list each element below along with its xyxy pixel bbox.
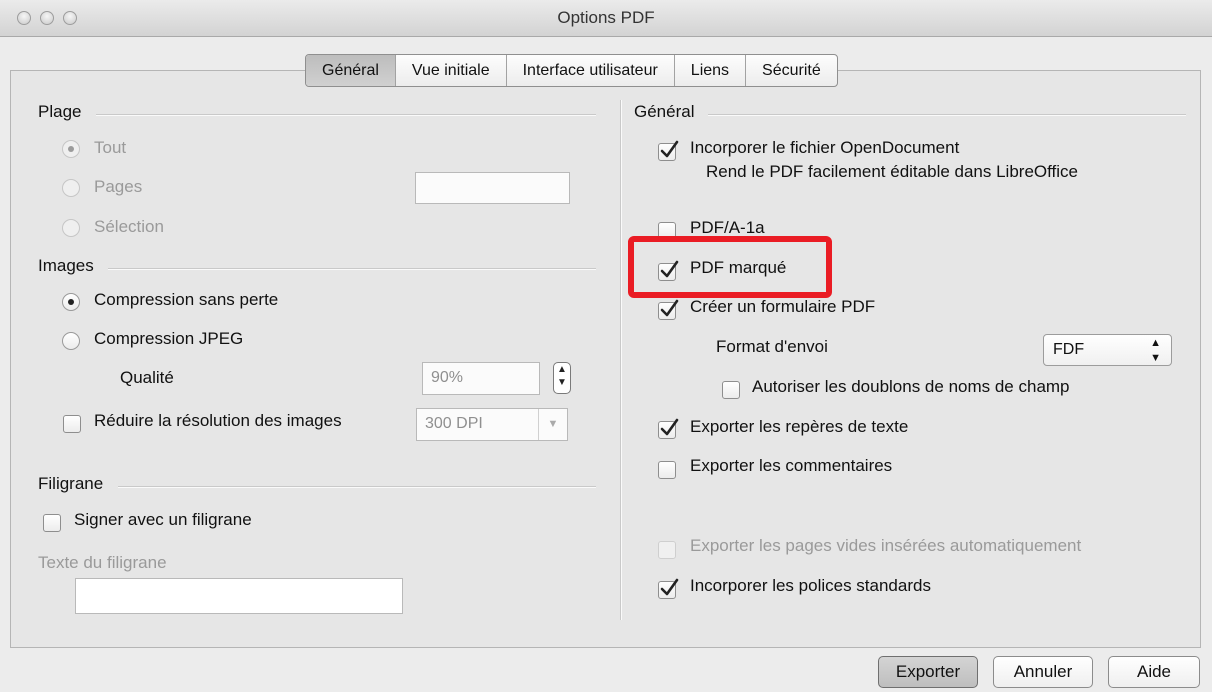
range-all-radio[interactable] — [62, 140, 80, 158]
range-section-title: Plage — [38, 102, 82, 121]
column-divider — [620, 100, 621, 620]
create-form-checkbox[interactable] — [658, 299, 679, 320]
watermark-text-input[interactable] — [75, 578, 403, 614]
title-bar: Options PDF — [0, 0, 1212, 37]
tab-bar: Général Vue initiale Interface utilisate… — [305, 54, 838, 87]
range-pages-label: Pages — [94, 177, 143, 196]
watermark-section-title: Filigrane — [38, 474, 104, 493]
cancel-button[interactable]: Annuler — [993, 656, 1093, 688]
export-blank-pages-checkbox[interactable] — [658, 541, 676, 559]
general-section-title: Général — [634, 102, 695, 121]
jpeg-label: Compression JPEG — [94, 329, 244, 348]
export-bookmarks-checkbox[interactable] — [658, 418, 679, 439]
tab-links[interactable]: Liens — [675, 55, 747, 86]
tab-security[interactable]: Sécurité — [746, 55, 837, 86]
quality-label: Qualité — [120, 368, 174, 387]
lossless-radio[interactable] — [62, 293, 80, 311]
export-bookmarks-label: Exporter les repères de texte — [690, 417, 909, 436]
pdfa-label: PDF/A-1a — [690, 218, 765, 237]
embed-odf-label: Incorporer le fichier OpenDocument — [690, 138, 960, 157]
general-rule — [708, 114, 1186, 115]
chevron-down-icon: ▼ — [538, 409, 567, 440]
quality-input[interactable]: 90% — [422, 362, 540, 395]
tab-user-interface[interactable]: Interface utilisateur — [507, 55, 675, 86]
jpeg-radio[interactable] — [62, 332, 80, 350]
checkmark-icon — [660, 140, 679, 158]
embed-odf-hint: Rend le PDF facilement éditable dans Lib… — [706, 162, 1078, 181]
reduce-resolution-checkbox[interactable] — [63, 415, 81, 433]
range-pages-radio[interactable] — [62, 179, 80, 197]
help-button[interactable]: Aide — [1108, 656, 1200, 688]
tab-general[interactable]: Général — [306, 55, 396, 86]
create-form-label: Créer un formulaire PDF — [690, 297, 876, 316]
checkmark-icon — [660, 578, 679, 596]
highlight-box — [628, 236, 832, 298]
window-title: Options PDF — [557, 8, 655, 27]
sign-watermark-label: Signer avec un filigrane — [74, 510, 252, 529]
embed-fonts-label: Incorporer les polices standards — [690, 576, 931, 595]
quality-stepper[interactable]: ▲ ▼ — [553, 362, 571, 394]
allow-duplicates-checkbox[interactable] — [722, 381, 740, 399]
export-blank-pages-label: Exporter les pages vides insérées automa… — [690, 536, 1082, 555]
images-section-title: Images — [38, 256, 94, 275]
export-button[interactable]: Exporter — [878, 656, 978, 688]
submit-format-label: Format d'envoi — [716, 337, 828, 356]
range-rule — [96, 114, 596, 115]
reduce-resolution-label: Réduire la résolution des images — [94, 411, 342, 430]
range-selection-label: Sélection — [94, 217, 164, 236]
embed-fonts-checkbox[interactable] — [658, 578, 679, 599]
allow-duplicates-label: Autoriser les doublons de noms de champ — [752, 377, 1070, 396]
submit-format-value: FDF — [1053, 341, 1085, 358]
watermark-text-label: Texte du filigrane — [38, 553, 167, 572]
submit-format-select[interactable]: FDF ▲ ▼ — [1043, 334, 1172, 366]
lossless-label: Compression sans perte — [94, 290, 279, 309]
range-all-label: Tout — [94, 138, 127, 157]
pages-input[interactable] — [415, 172, 570, 204]
checkmark-icon — [660, 299, 679, 317]
images-rule — [108, 268, 596, 269]
export-comments-checkbox[interactable] — [658, 461, 676, 479]
tab-panel — [10, 70, 1201, 648]
checkmark-icon — [660, 418, 679, 436]
sign-watermark-checkbox[interactable] — [43, 514, 61, 532]
dpi-value: 300 DPI — [425, 415, 483, 432]
range-selection-radio[interactable] — [62, 219, 80, 237]
watermark-rule — [118, 486, 596, 487]
embed-odf-checkbox[interactable] — [658, 140, 679, 161]
tab-initial-view[interactable]: Vue initiale — [396, 55, 507, 86]
updown-chevron-icon: ▲ ▼ — [1150, 337, 1161, 364]
dpi-combobox[interactable]: 300 DPI ▼ — [416, 408, 568, 441]
export-comments-label: Exporter les commentaires — [690, 456, 893, 475]
